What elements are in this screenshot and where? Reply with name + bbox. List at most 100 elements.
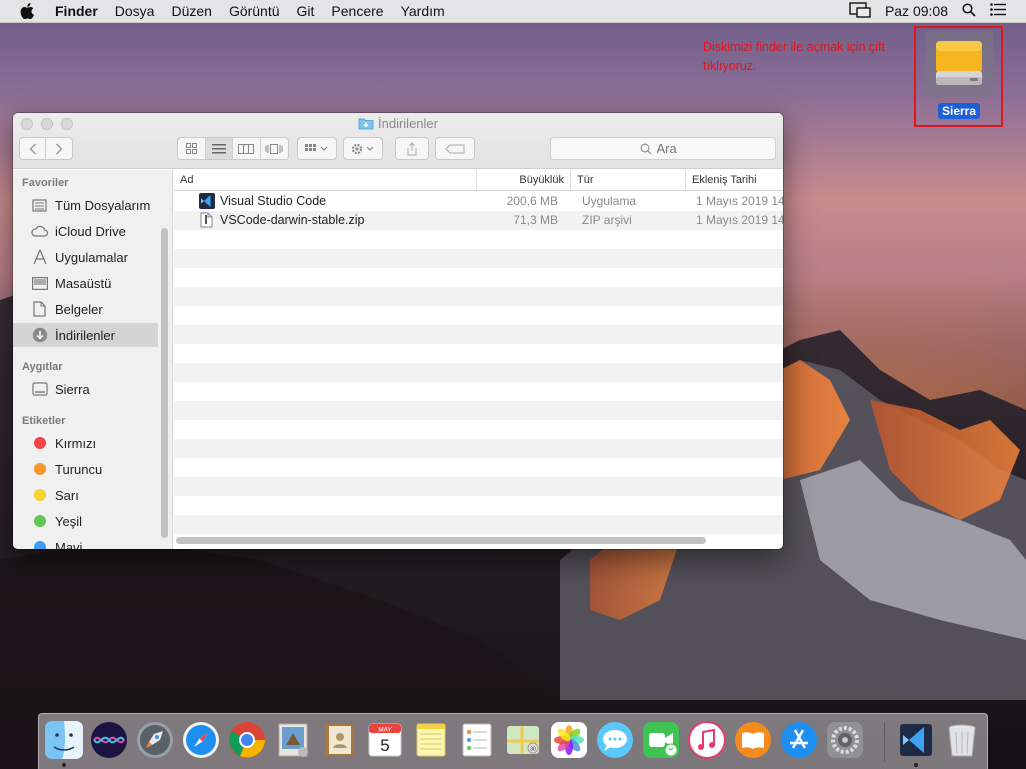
dock-mail[interactable] [272,719,314,761]
icon-view-button[interactable] [178,138,206,159]
cover-flow-button[interactable] [261,138,288,159]
siri-icon [91,722,127,758]
empty-row [174,515,783,534]
sidebar-tag-red[interactable]: Kırmızı [13,431,158,455]
gear-icon [351,143,374,154]
sidebar-tag-yellow[interactable]: Sarı [13,483,158,507]
file-list: Ad Büyüklük Tür Ekleniş Tarihi Visual St… [174,170,783,549]
documents-icon [31,301,48,318]
search-input[interactable] [656,141,687,156]
dock-itunes[interactable] [686,719,728,761]
notification-center-icon[interactable] [990,3,1006,19]
menu-finder[interactable]: Finder [55,3,98,19]
empty-row [174,477,783,496]
tag-icon [445,144,465,153]
dock-facetime[interactable] [640,719,682,761]
spotlight-search-icon[interactable] [962,2,976,20]
sidebar-scrollbar[interactable] [161,228,168,538]
dock-photos[interactable] [548,719,590,761]
sidebar-item-label: Mavi [55,539,83,550]
search-field[interactable] [550,137,776,160]
file-date: 1 Mayıs 2019 14 [696,213,783,227]
dock-chrome[interactable] [226,719,268,761]
external-disk-icon [936,41,982,85]
desktop-disk-sierra[interactable] [925,30,993,98]
sidebar-tag-blue[interactable]: Mavi [13,535,158,549]
rocket-icon [137,722,173,758]
calendar-day: 5 [380,736,389,755]
back-button[interactable] [20,138,47,159]
desktop-icon [31,275,48,292]
sidebar-tag-orange[interactable]: Turuncu [13,457,158,481]
tag-button[interactable] [435,137,475,160]
sidebar-item-applications[interactable]: Uygulamalar [13,245,158,269]
dock-reminders[interactable] [456,719,498,761]
table-row[interactable]: VSCode-darwin-stable.zip 71,3 MB ZIP arş… [174,211,783,230]
empty-row [174,496,783,515]
book-icon [735,722,771,758]
column-header-kind[interactable]: Tür [570,170,685,191]
column-view-button[interactable] [233,138,261,159]
empty-row [174,458,783,477]
sidebar-item-sierra[interactable]: Sierra [13,377,158,401]
file-date: 1 Mayıs 2019 14 [696,194,783,208]
horizontal-scrollbar[interactable] [176,537,706,544]
column-view-icon [238,143,255,154]
blue-tag-dot [31,539,48,549]
menu-help[interactable]: Yardım [401,3,445,19]
message-bubble-icon [597,722,633,758]
dock-launchpad[interactable] [134,719,176,761]
column-header-name[interactable]: Ad [174,170,476,191]
sidebar-item-label: iCloud Drive [55,223,126,239]
dock-calendar[interactable]: MAY 5 [364,719,406,761]
sidebar-item-label: Sarı [55,487,79,503]
dock-contacts[interactable] [318,719,360,761]
cover-flow-icon [265,143,283,154]
share-button[interactable] [395,137,429,160]
dock-vscode[interactable] [895,719,937,761]
dock-notes[interactable] [410,719,452,761]
menu-edit[interactable]: Düzen [171,3,211,19]
sidebar-tag-green[interactable]: Yeşil [13,509,158,533]
action-menu-button[interactable] [343,137,383,160]
dock-system-preferences[interactable] [824,719,866,761]
dock-siri[interactable] [88,719,130,761]
reminders-icon [462,723,492,757]
sidebar-item-desktop[interactable]: Masaüstü [13,271,158,295]
maps-icon: 30 [507,726,539,754]
desktop-disk-label[interactable]: Sierra [938,103,981,119]
menu-go[interactable]: Git [297,3,315,19]
sidebar-item-label: Masaüstü [55,275,112,291]
list-view-button[interactable] [205,138,233,159]
dock-ibooks[interactable] [732,719,774,761]
dock-trash[interactable] [941,719,983,761]
menu-view[interactable]: Görüntü [229,3,280,19]
menubar-clock[interactable]: Paz 09:08 [885,3,948,19]
sidebar-item-icloud-drive[interactable]: iCloud Drive [13,219,158,243]
airplay-display-icon[interactable] [849,1,871,21]
column-header-size[interactable]: Büyüklük [476,170,570,191]
empty-row [174,325,783,344]
view-mode-control [177,137,289,160]
dock-messages[interactable] [594,719,636,761]
menu-window[interactable]: Pencere [331,3,383,19]
search-icon [640,143,651,154]
dock-safari[interactable] [180,719,222,761]
chevron-left-icon [29,143,36,154]
sidebar-item-downloads[interactable]: İndirilenler [13,323,158,347]
apple-menu-icon[interactable] [20,3,38,19]
sidebar-item-label: Turuncu [55,461,103,477]
dock-maps[interactable]: 30 [502,719,544,761]
forward-button[interactable] [46,138,72,159]
dock-finder[interactable] [43,719,85,761]
table-row[interactable]: Visual Studio Code 200,6 MB Uygulama 1 M… [174,192,783,211]
arrange-button[interactable] [297,137,337,160]
dock-app-store[interactable] [778,719,820,761]
sidebar-item-all-files[interactable]: Tüm Dosyalarım [13,193,158,217]
sidebar-item-documents[interactable]: Belgeler [13,297,158,321]
file-kind: ZIP arşivi [582,213,632,227]
sidebar-header-devices: Aygıtlar [22,361,63,373]
column-header-date-added[interactable]: Ekleniş Tarihi [685,170,783,191]
back-forward-control [19,137,73,160]
menu-file[interactable]: Dosya [115,3,155,19]
